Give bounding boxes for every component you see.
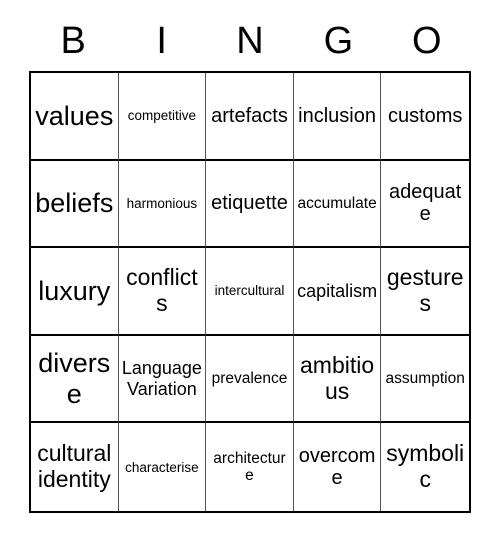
bingo-header-letter-b: B [60,20,86,62]
bingo-header-letter-i: I [156,20,167,62]
bingo-cell[interactable]: architecture [206,423,294,511]
bingo-cell-label: beliefs [35,188,114,219]
bingo-cell-label: ambitious [300,351,375,404]
bingo-cell[interactable]: assumption [381,335,469,424]
bingo-header-letter-g: G [323,20,354,62]
bingo-cell[interactable]: values [31,73,119,161]
bingo-cell[interactable]: etiquette [206,160,294,249]
bingo-cell[interactable]: beliefs [31,160,119,249]
bingo-cell[interactable]: symbolic [381,423,469,511]
bingo-cell-label: assumption [385,369,465,387]
bingo-cell-label: artefacts [211,104,288,127]
bingo-cell-label: prevalence [211,369,288,387]
bingo-cell[interactable]: capitalism [293,248,382,336]
bingo-grid: values competitive artefacts inclusion c… [29,71,471,513]
bingo-header-letter-o: O [412,20,442,62]
bingo-cell-label: customs [387,104,463,127]
bingo-cell[interactable]: gestures [381,248,469,336]
bingo-cell[interactable]: cultural identity [31,423,119,511]
bingo-cell[interactable]: prevalence [206,335,294,424]
bingo-cell[interactable]: harmonious [118,160,207,249]
bingo-cell[interactable]: inclusion [293,73,382,161]
bingo-cell-label: Language Variation [121,358,202,399]
bingo-cell[interactable]: accumulate [293,160,382,249]
bingo-cell[interactable]: intercultural [206,248,294,336]
bingo-cell-label: conflicts [126,264,198,316]
bingo-cell-label: inclusion [298,104,376,127]
bingo-card: B I N G O values competitive artefacts i… [0,0,500,544]
bingo-cell[interactable]: adequate [381,160,469,249]
bingo-cell-label: symbolic [386,440,465,493]
bingo-cell-label: overcome [298,444,376,490]
bingo-cell[interactable]: Language Variation [118,335,207,424]
bingo-cell[interactable]: characterise [118,423,207,511]
bingo-header-letter-n: N [236,20,264,62]
bingo-cell-label: harmonious [126,195,198,211]
bingo-cell-label: gestures [386,264,464,316]
bingo-cell-label: etiquette [211,192,288,215]
bingo-cell[interactable]: diverse [31,335,119,424]
bingo-cell-label: values [35,100,114,131]
bingo-cell[interactable]: overcome [293,423,382,511]
bingo-cell[interactable]: artefacts [206,73,294,161]
bingo-cell[interactable]: ambitious [293,335,382,424]
bingo-cell-label: accumulate [297,194,377,212]
bingo-cell[interactable]: customs [381,73,469,161]
bingo-cell-label: intercultural [214,283,285,299]
bingo-header-row: B I N G O [29,16,471,66]
bingo-cell-label: capitalism [297,280,378,301]
bingo-cell-label: architecture [213,449,286,485]
bingo-cell-label: competitive [127,108,197,124]
bingo-cell-label: cultural identity [37,440,112,493]
bingo-cell-label: characterise [125,459,199,475]
bingo-cell[interactable]: conflicts [118,248,207,336]
bingo-cell-label: adequate [389,181,462,226]
bingo-cell-label: diverse [38,348,111,409]
bingo-cell-label: luxury [38,275,111,306]
bingo-cell[interactable]: competitive [118,73,207,161]
bingo-cell[interactable]: luxury [31,248,119,336]
